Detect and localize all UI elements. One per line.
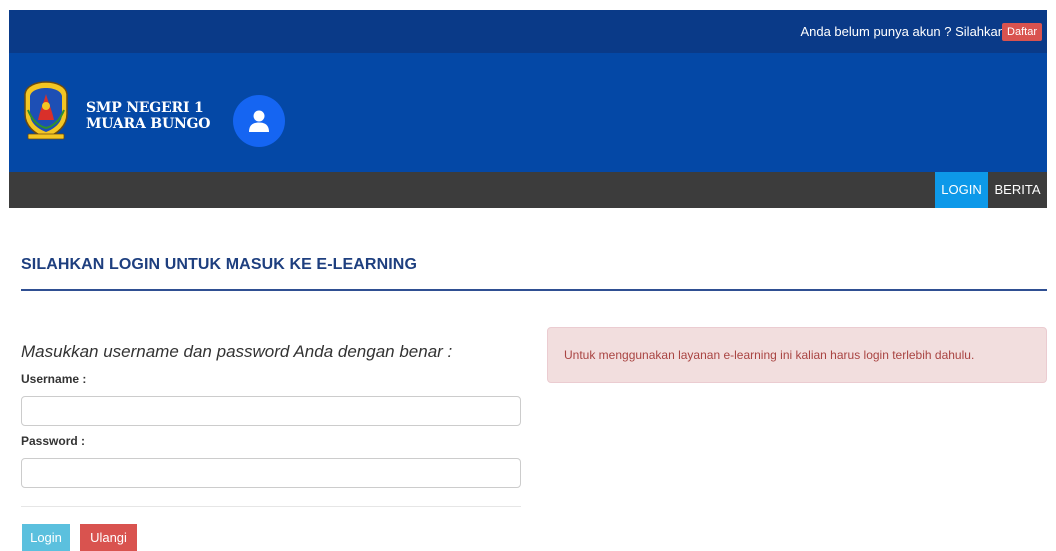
main-nav: LOGIN BERITA <box>9 172 1047 208</box>
password-input[interactable] <box>21 458 521 488</box>
school-name[interactable]: SMP NEGERI 1 MUARA BUNGO <box>86 100 211 132</box>
school-crest-icon[interactable] <box>22 80 70 142</box>
login-instruction: Masukkan username dan password Anda deng… <box>21 342 453 361</box>
username-input[interactable] <box>21 396 521 426</box>
title-divider <box>21 289 1047 291</box>
school-name-line-2: MUARA BUNGO <box>86 116 211 132</box>
username-label: Username : <box>21 372 87 386</box>
user-avatar[interactable] <box>233 95 285 147</box>
nav-item-berita[interactable]: BERITA <box>988 172 1047 208</box>
login-required-alert: Untuk menggunakan layanan e-learning ini… <box>547 327 1047 383</box>
alert-message: Untuk menggunakan layanan e-learning ini… <box>564 348 975 362</box>
site-header: SMP NEGERI 1 MUARA BUNGO <box>9 53 1047 172</box>
page-title: SILAHKAN LOGIN UNTUK MASUK KE E-LEARNING <box>21 256 417 273</box>
signup-button[interactable]: Daftar <box>1002 23 1042 41</box>
nav-item-login[interactable]: LOGIN <box>935 172 988 208</box>
password-label: Password : <box>21 434 86 448</box>
user-icon <box>249 110 269 132</box>
top-bar: Anda belum punya akun ? Silahkan Daftar <box>9 10 1047 53</box>
reset-button[interactable]: Ulangi <box>80 524 137 551</box>
form-divider <box>21 506 521 507</box>
login-button[interactable]: Login <box>22 524 70 551</box>
signup-prompt: Anda belum punya akun ? Silahkan <box>800 24 1005 39</box>
school-name-line-1: SMP NEGERI 1 <box>86 100 204 116</box>
